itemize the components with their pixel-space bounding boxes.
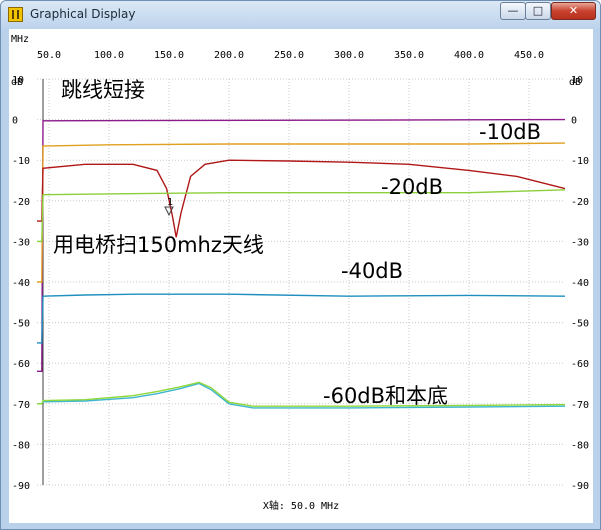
close-button[interactable]: ✕ <box>551 2 596 20</box>
y-tick-label-left: -60 <box>12 359 30 370</box>
window-title: Graphical Display <box>30 7 136 21</box>
x-tick-label: 100.0 <box>94 50 124 61</box>
y-tick-label-right: -60 <box>571 359 589 370</box>
marker-label: 1 <box>167 197 173 208</box>
y-tick-label-right: -90 <box>571 481 589 492</box>
y-tick-label-left: -30 <box>12 237 30 248</box>
graphical-display-window: Graphical Display — □ ✕ MHz dB dB 50.0 100.0… <box>0 0 601 530</box>
annotation-bridge: 用电桥扫150mhz天线 <box>53 233 264 257</box>
y-tick-label-right: -40 <box>571 278 589 289</box>
y-tick-label-left: -10 <box>12 156 30 167</box>
y-tick-label-left: 10 <box>12 75 24 86</box>
y-tick-label-left: -50 <box>12 319 30 330</box>
maximize-button[interactable]: □ <box>525 2 551 20</box>
y-tick-label-right: -30 <box>571 237 589 248</box>
annotation-minus60: -60dB和本底 <box>323 384 448 408</box>
y-tick-label-right: -10 <box>571 156 589 167</box>
annotation-minus40: -40dB <box>341 259 403 283</box>
x-tick-label: 300.0 <box>334 50 364 61</box>
y-tick-label-left: -20 <box>12 197 30 208</box>
y-tick-label-right: -70 <box>571 400 589 411</box>
annotation-minus10: -10dB <box>479 120 541 144</box>
y-tick-label-left: 0 <box>12 116 18 127</box>
plot-background <box>9 47 593 523</box>
annotation-short: 跳线短接 <box>61 78 145 102</box>
y-tick-label-left: -70 <box>12 400 30 411</box>
y-tick-label-left: -40 <box>12 278 30 289</box>
x-tick-label: 400.0 <box>454 50 484 61</box>
y-tick-label-right: -20 <box>571 197 589 208</box>
x-tick-label: 450.0 <box>514 50 544 61</box>
x-tick-label: 150.0 <box>154 50 184 61</box>
title-bar[interactable]: Graphical Display — □ ✕ <box>1 1 600 29</box>
spectrum-plot[interactable]: MHzdB dB50.0 100.0 150.0 200.0 250.0 300.0 350.… <box>9 29 593 523</box>
y-tick-label-right: 0 <box>571 116 577 127</box>
plot-area[interactable]: MHz dB dB 50.0 100.0 150.0 200.0 250.0 300.0 350.… <box>9 29 593 523</box>
x-tick-label: 350.0 <box>394 50 424 61</box>
x-axis-footer: X轴: 50.0 MHz <box>263 499 339 512</box>
annotation-minus20: -20dB <box>381 175 443 199</box>
x-tick-label: 200.0 <box>214 50 244 61</box>
x-axis-band <box>9 29 593 47</box>
x-tick-label: 250.0 <box>274 50 304 61</box>
y-tick-label-right: 10 <box>571 75 583 86</box>
y-tick-label-left: -80 <box>12 440 30 451</box>
y-tick-label-right: -50 <box>571 319 589 330</box>
x-unit-label: MHz <box>11 34 29 45</box>
y-tick-label-right: -80 <box>571 440 589 451</box>
minimize-button[interactable]: — <box>500 2 526 20</box>
x-tick-label: 50.0 <box>37 50 61 61</box>
app-icon[interactable] <box>8 7 23 22</box>
y-tick-label-left: -90 <box>12 481 30 492</box>
